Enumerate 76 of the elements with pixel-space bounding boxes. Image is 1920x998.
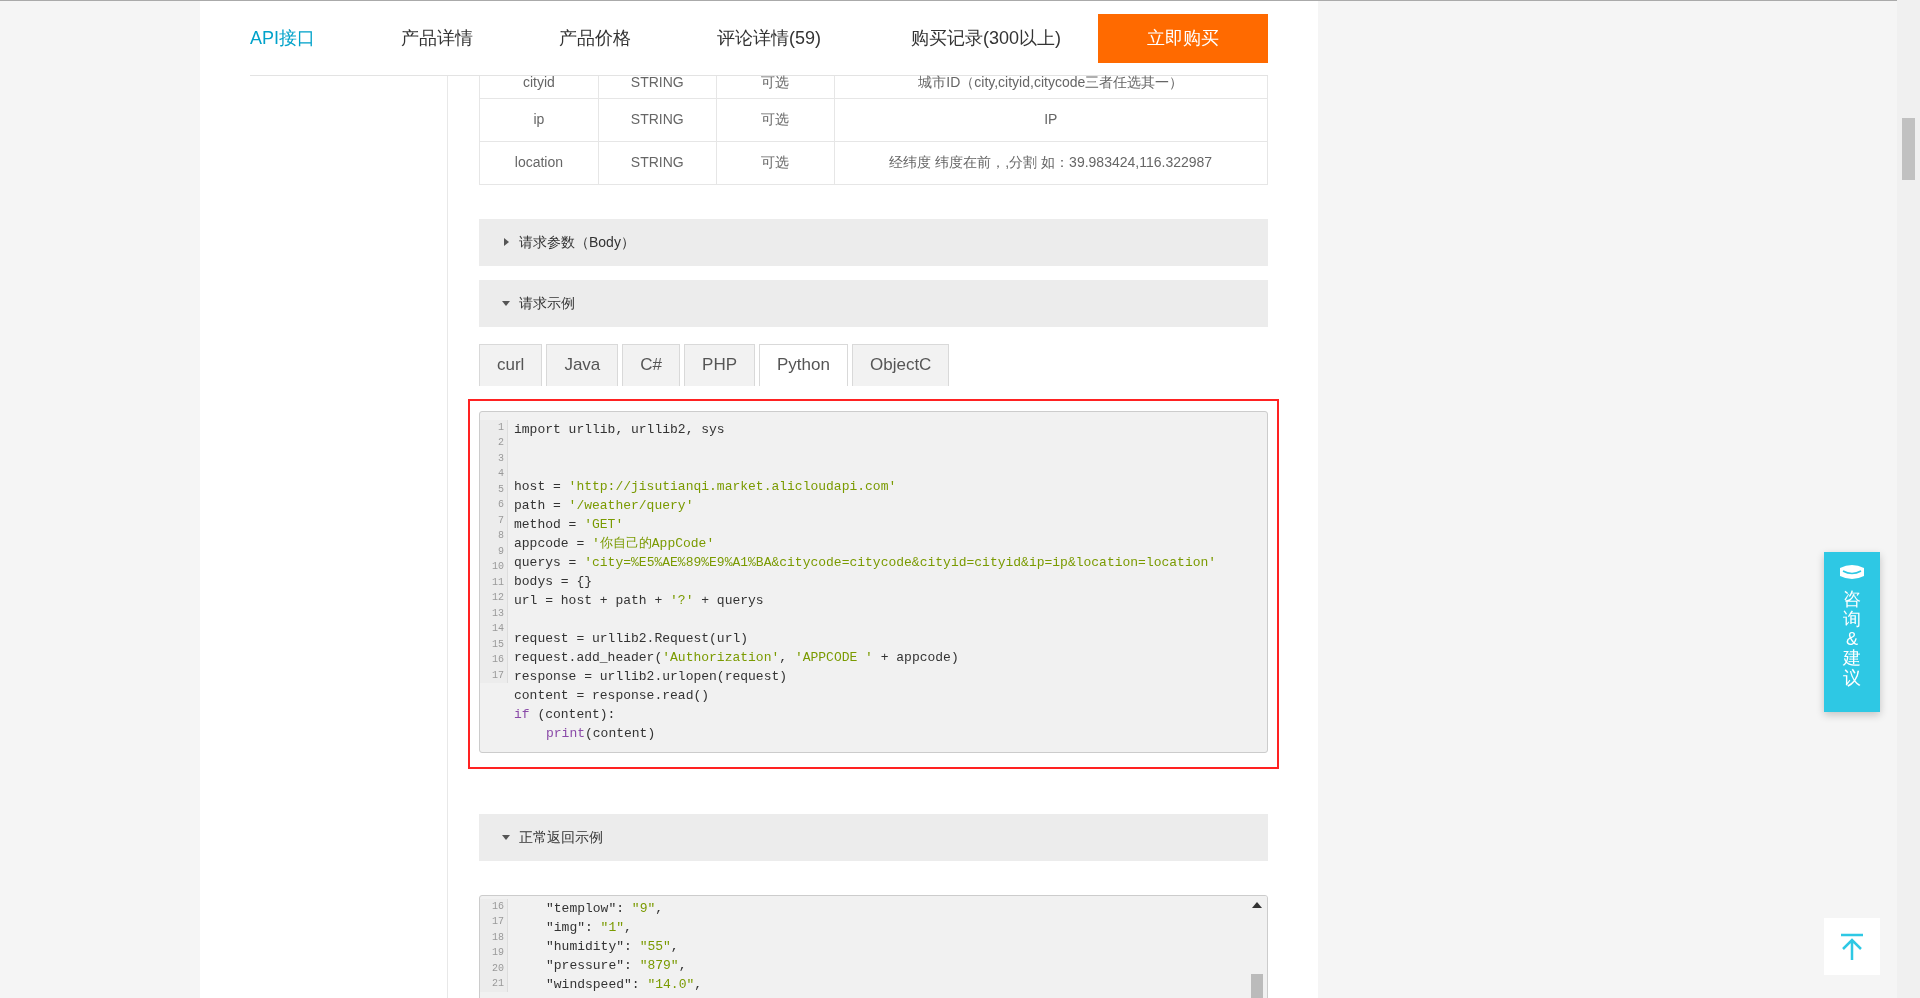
code-line: "img": "1",	[545, 918, 632, 937]
scrollbar[interactable]	[1897, 0, 1920, 998]
table-cell: STRING	[598, 76, 717, 98]
line-number: 4	[497, 467, 504, 481]
section-title: 请求参数（Body）	[519, 232, 635, 252]
language-tab[interactable]: C#	[622, 343, 681, 386]
table-cell: 可选	[716, 98, 835, 141]
language-tab[interactable]: curl	[479, 343, 543, 386]
table-cell: STRING	[598, 141, 717, 184]
table-cell: 可选	[716, 76, 835, 98]
code-line: "pressure": "879",	[545, 956, 687, 975]
code-line: querys = 'city=%E5%AE%89%E9%A1%BA&citycode=citycode&cityid=cityid&ip=ip&location=location'	[514, 553, 1217, 572]
line-number: 10	[491, 560, 504, 574]
language-tab[interactable]: ObjectC	[851, 343, 950, 386]
table-cell: STRING	[598, 98, 717, 141]
line-number: 1	[497, 420, 504, 435]
code-line: bodys = {}	[514, 572, 592, 591]
language-tab[interactable]: Python	[759, 343, 848, 386]
line-number: 7	[497, 513, 504, 528]
table-cell: cityid	[479, 76, 599, 98]
table-cell: 可选	[716, 141, 835, 184]
line-number: 8	[497, 529, 504, 543]
line-number: 15	[491, 637, 504, 652]
line-number: 18	[491, 930, 504, 945]
section-header[interactable]: 请求参数（Body）	[479, 218, 1268, 266]
line-number: 11	[491, 575, 504, 590]
code-line: request.add_header('Authorization', 'APPCODE ' + appcode)	[514, 648, 959, 667]
section-header[interactable]: 正常返回示例	[479, 813, 1268, 861]
code-line: url = host + path + '?' + querys	[514, 591, 764, 610]
line-number: 13	[491, 606, 504, 621]
nav-tab[interactable]: 产品详情	[401, 24, 473, 52]
table-cell: location	[479, 141, 599, 184]
section-title: 请求示例	[519, 293, 575, 313]
line-number: 12	[491, 591, 504, 605]
code-line: method = 'GET'	[514, 515, 624, 534]
line-number: 2	[497, 436, 504, 450]
table-cell: IP	[834, 98, 1268, 141]
line-number: 6	[497, 498, 504, 512]
scroll-up-icon[interactable]	[1252, 901, 1262, 908]
code-line: response = urllib2.urlopen(request)	[514, 667, 788, 686]
line-number: 19	[491, 946, 504, 960]
line-number: 3	[497, 451, 504, 466]
code-line: print(content)	[545, 724, 656, 743]
code-line: content = response.read()	[514, 686, 710, 705]
line-number: 20	[491, 961, 504, 976]
line-number: 21	[491, 977, 504, 991]
table-cell: ip	[479, 98, 599, 141]
back-to-top-button[interactable]	[1824, 918, 1880, 975]
table-cell: 经纬度 纬度在前，,分割 如：39.983424,116.322987	[834, 141, 1268, 184]
scrollbar-thumb[interactable]	[1251, 973, 1263, 998]
table-cell: 城市ID（city,cityid,citycode三者任选其一）	[834, 76, 1268, 98]
code-line: "windspeed": "14.0",	[545, 975, 703, 994]
code-line: import urllib, urllib2, sys	[514, 420, 725, 439]
line-number: 9	[497, 544, 504, 559]
nav-tab[interactable]: 购买记录(300以上)	[911, 24, 1062, 52]
code-line: appcode = '你自己的AppCode'	[514, 534, 715, 553]
line-number: 17	[491, 668, 504, 683]
section-header[interactable]: 请求示例	[479, 279, 1268, 327]
code-line: "humidity": "55",	[545, 937, 679, 956]
code-line: request = urllib2.Request(url)	[514, 629, 749, 648]
code-line: if (content):	[514, 705, 616, 724]
line-number: 5	[497, 482, 504, 497]
feedback-label: 咨询&建议	[1843, 590, 1861, 689]
nav-tab[interactable]: 评论详情(59)	[717, 24, 822, 52]
code-line: "templow": "9",	[545, 899, 664, 918]
code-line: path = '/weather/query'	[514, 496, 694, 515]
nav-tab[interactable]: 产品价格	[559, 24, 631, 52]
scrollbar-thumb[interactable]	[1902, 118, 1915, 180]
language-tab[interactable]: Java	[546, 343, 619, 386]
line-number: 16	[491, 899, 504, 914]
line-number: 14	[491, 622, 504, 636]
language-tab[interactable]: PHP	[684, 343, 756, 386]
code-line: host = 'http://jisutianqi.market.alicloudapi.com'	[514, 477, 897, 496]
section-title: 正常返回示例	[519, 827, 603, 847]
line-number: 17	[491, 915, 504, 929]
line-number: 16	[491, 653, 504, 667]
